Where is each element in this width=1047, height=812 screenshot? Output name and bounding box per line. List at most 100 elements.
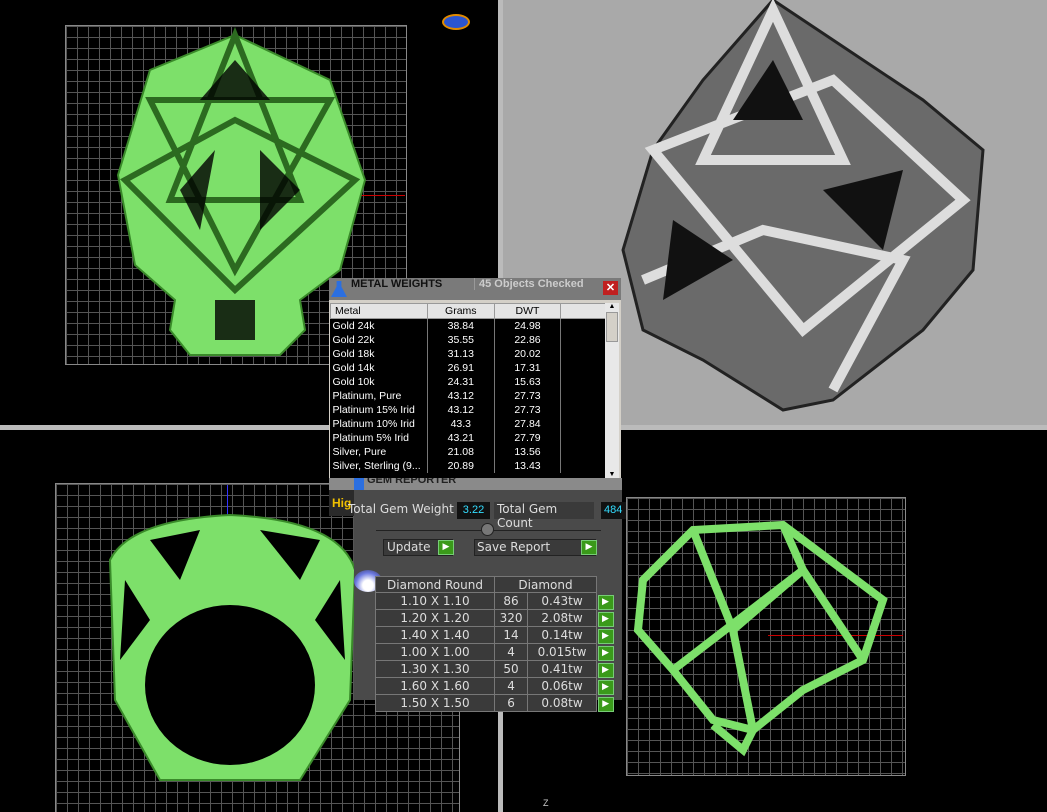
total-gem-count-value: 484 [601,502,626,519]
metal-row[interactable]: Silver, Sterling (9... 20.89 13.43 [330,458,606,473]
metal-row[interactable]: Platinum 10% Irid 43.3 27.84 [330,416,606,431]
gem-reporter-titlebar[interactable]: GEM REPORTER [329,478,622,490]
gem-weight: 0.08tw [527,694,597,712]
dwt-value: 27.79 [494,430,562,445]
scrollbar[interactable]: ▲ ▼ [605,303,619,478]
metal-name: Gold 18k [330,346,428,361]
metal-weights-panel: METAL WEIGHTS 45 Objects Checked ✕ Metal… [329,278,621,480]
grams-value: 20.89 [427,458,495,473]
update-label: Update [387,540,431,554]
play-icon[interactable]: ▶ [597,594,614,610]
gem-size: 1.50 X 1.50 [375,694,495,712]
gem-count: 50 [493,660,529,678]
gem-row-action[interactable]: ▶ [597,695,615,712]
gem-row-action[interactable]: ▶ [597,644,615,661]
scroll-up-arrow[interactable]: ▲ [605,303,619,310]
grams-value: 21.08 [427,444,495,459]
grams-value: 26.91 [427,360,495,375]
gem-size: 1.00 X 1.00 [375,643,495,661]
gem-size: 1.20 X 1.20 [375,609,495,627]
empty-cell [560,430,606,445]
gem-reporter-icon [354,478,364,490]
gem-size: 1.60 X 1.60 [375,677,495,695]
gem-count: 14 [493,626,529,644]
gem-weight: 0.41tw [527,660,597,678]
play-icon[interactable]: ▶ [597,628,614,644]
gem-row: 1.10 X 1.10 86 0.43tw ▶ [375,592,615,610]
gem-row-action[interactable]: ▶ [597,678,615,695]
dwt-value: 27.73 [494,388,562,403]
empty-cell [560,416,606,431]
play-icon[interactable]: ▶ [597,611,614,627]
metal-name: Platinum, Pure [330,388,428,403]
save-report-button[interactable]: Save Report ▶ [474,539,597,556]
scroll-down-arrow[interactable]: ▼ [605,471,619,478]
gem-view-icon[interactable] [442,14,470,30]
metal-row[interactable]: Gold 14k 26.91 17.31 [330,360,606,375]
slider-knob[interactable] [481,523,494,536]
total-gem-weight-label: Total Gem Weight [348,502,454,516]
grams-value: 31.13 [427,346,495,361]
gem-count: 86 [493,592,529,610]
gem-row: 1.20 X 1.20 320 2.08tw ▶ [375,609,615,627]
metal-name: Gold 22k [330,332,428,347]
metal-row[interactable]: Gold 10k 24.31 15.63 [330,374,606,389]
gem-row-action[interactable]: ▶ [597,593,615,610]
metal-name: Silver, Sterling (9... [330,458,428,473]
gem-reporter-title: GEM REPORTER [367,478,457,486]
gem-weight: 0.06tw [527,677,597,695]
grams-value: 24.31 [427,374,495,389]
metal-row[interactable]: Platinum, Pure 43.12 27.73 [330,388,606,403]
play-icon[interactable]: ▶ [597,696,614,712]
col-dwt[interactable]: DWT [493,303,562,319]
metal-row[interactable]: Platinum 5% Irid 43.21 27.79 [330,430,606,445]
metal-weights-titlebar[interactable]: METAL WEIGHTS 45 Objects Checked ✕ [329,278,621,300]
metal-name: Platinum 5% Irid [330,430,428,445]
gem-weight: 0.43tw [527,592,597,610]
gem-count: 320 [493,609,529,627]
col-diamond-round: Diamond Round [375,576,495,593]
close-button[interactable]: ✕ [603,281,618,295]
col-grams[interactable]: Grams [426,303,495,319]
empty-cell [560,402,606,417]
play-icon[interactable]: ▶ [597,662,614,678]
col-metal[interactable]: Metal [330,303,428,319]
play-icon[interactable]: ▶ [597,679,614,695]
gem-count: 4 [493,677,529,695]
empty-cell [560,346,606,361]
save-report-play-icon[interactable]: ▶ [581,540,597,555]
metal-row[interactable]: Silver, Pure 21.08 13.56 [330,444,606,459]
gem-weight: 0.14tw [527,626,597,644]
update-play-icon[interactable]: ▶ [438,540,454,555]
gem-table: Diamond Round Diamond 1.10 X 1.10 86 0.43t… [375,576,615,712]
gem-size: 1.10 X 1.10 [375,592,495,610]
gem-count: 4 [493,643,529,661]
update-button[interactable]: Update ▶ [383,539,454,556]
gem-size: 1.30 X 1.30 [375,660,495,678]
empty-cell [560,444,606,459]
metal-row[interactable]: Platinum 15% Irid 43.12 27.73 [330,402,606,417]
col-diamond: Diamond [494,576,597,593]
play-icon[interactable]: ▶ [597,645,614,661]
dwt-value: 20.02 [494,346,562,361]
gem-size: 1.40 X 1.40 [375,626,495,644]
gem-reporter-body: Total Gem Weight 3.22 Total Gem Count 48… [348,490,626,712]
metal-row[interactable]: Gold 24k 38.84 24.98 [330,318,606,333]
objects-checked-status: 45 Objects Checked [474,278,584,290]
gem-row-action[interactable]: ▶ [597,661,615,678]
gem-weight: 0.015tw [527,643,597,661]
empty-cell [560,388,606,403]
scroll-thumb[interactable] [606,312,618,342]
gem-row-action[interactable]: ▶ [597,610,615,627]
empty-cell [560,374,606,389]
gem-row-action[interactable]: ▶ [597,627,615,644]
dwt-value: 27.73 [494,402,562,417]
empty-cell [560,318,606,333]
grams-value: 35.55 [427,332,495,347]
metal-name: Gold 24k [330,318,428,333]
metal-row[interactable]: Gold 22k 35.55 22.86 [330,332,606,347]
gem-reporter-panel: GEM REPORTER Hig Total Gem Weight 3.22 T… [329,478,626,712]
metal-row[interactable]: Gold 18k 31.13 20.02 [330,346,606,361]
empty-cell [560,332,606,347]
dwt-value: 24.98 [494,318,562,333]
